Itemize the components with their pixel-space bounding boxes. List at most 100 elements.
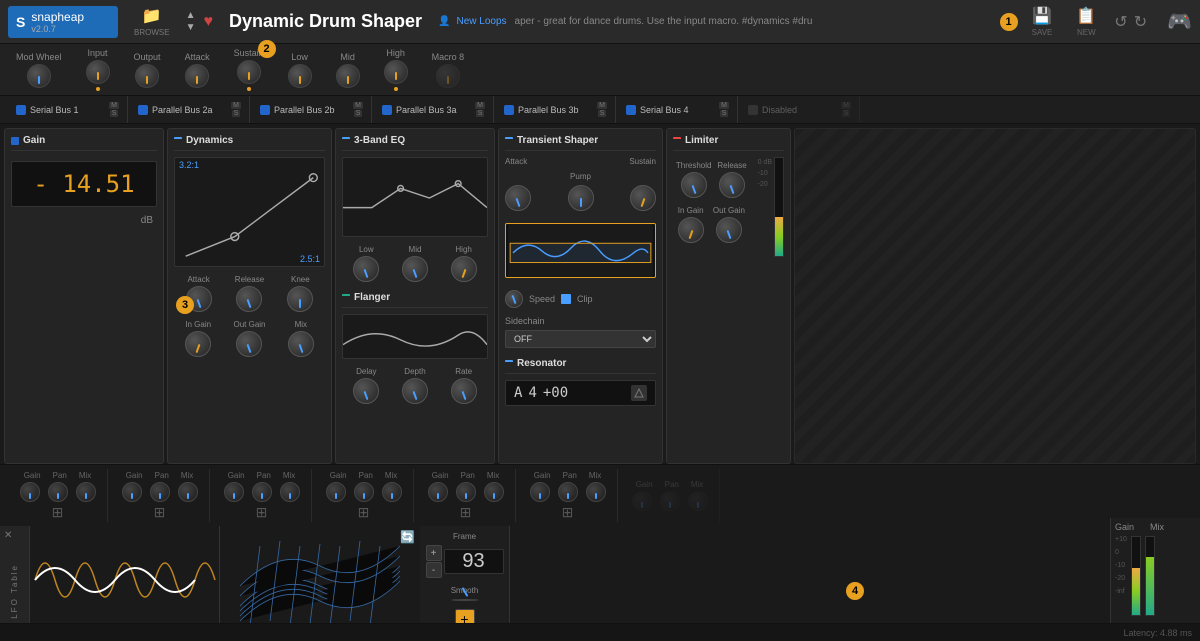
ch-link-icon-3[interactable]: ⊞ — [256, 504, 268, 521]
limiter-ingain-knob[interactable] — [678, 217, 704, 243]
bus-parallel3a[interactable]: Parallel Bus 3a M S — [374, 96, 494, 123]
patch-author-link[interactable]: New Loops — [456, 16, 506, 27]
eq-low-knob[interactable] — [353, 256, 379, 282]
ch-mix-knob-6[interactable] — [586, 482, 606, 502]
ch-gain-knob-1[interactable] — [20, 482, 40, 502]
macro-knob-mid[interactable] — [336, 64, 360, 88]
dynamics-knobs-row1: Attack Release Knee — [174, 275, 325, 312]
flanger-delay-knob[interactable] — [353, 378, 379, 404]
transient-speed-knob[interactable] — [505, 290, 523, 308]
nav-arrows[interactable]: ▲ ▼ — [186, 10, 196, 34]
macro-knob-low[interactable] — [288, 64, 312, 88]
flanger-depth-knob[interactable] — [402, 378, 428, 404]
ch-link-icon-2[interactable]: ⊞ — [154, 504, 166, 521]
bus-serial4[interactable]: Serial Bus 4 M S — [618, 96, 738, 123]
ch-pan-knob-2[interactable] — [150, 482, 170, 502]
browse-area[interactable]: 📁 BROWSE — [126, 6, 178, 37]
macro-knob-macro8[interactable] — [436, 64, 460, 88]
flanger-graph[interactable] — [342, 314, 488, 359]
limiter-db-0: 0 dB — [758, 159, 772, 166]
favorite-icon[interactable]: ♥ — [203, 13, 213, 31]
bus-parallel2a[interactable]: Parallel Bus 2a M S — [130, 96, 250, 123]
eq-high-knob[interactable] — [451, 256, 477, 282]
ch-link-icon-6[interactable]: ⊞ — [562, 504, 574, 521]
ch-pan-knob-6[interactable] — [558, 482, 578, 502]
ch-pan-knob-3[interactable] — [252, 482, 272, 502]
ch-link-icon-4[interactable]: ⊞ — [358, 504, 370, 521]
transient-attack-knob[interactable] — [505, 185, 531, 211]
ch-gain-knob-2[interactable] — [122, 482, 142, 502]
ch-pan-knob-5[interactable] — [456, 482, 476, 502]
transient-clip-checkbox[interactable] — [561, 294, 571, 304]
nav-up-icon[interactable]: ▲ — [186, 10, 196, 22]
limiter-meter-area: 0 dB -10 -20 — [758, 157, 784, 257]
ch-labels-3: Gain Pan Mix — [228, 471, 296, 480]
ch-gain-knob-4[interactable] — [326, 482, 346, 502]
new-button[interactable]: 📋 NEW — [1070, 4, 1102, 39]
nav-down-icon[interactable]: ▼ — [186, 22, 196, 34]
dynamics-knee-knob[interactable] — [287, 286, 313, 312]
transient-pump-knob[interactable] — [568, 185, 594, 211]
ch-gain-knob-5[interactable] — [428, 482, 448, 502]
redo-button[interactable]: ↻ — [1134, 12, 1147, 32]
flanger-depth-label: Depth — [404, 367, 425, 376]
gain-display[interactable]: - 14.51 — [11, 161, 157, 207]
ch-pan-knob-7[interactable] — [660, 491, 680, 511]
lfo-close-button[interactable]: ✕ — [4, 530, 12, 541]
ch-mix-knob-3[interactable] — [280, 482, 300, 502]
bus-indicator-parallel2a — [138, 105, 148, 115]
dynamics-ingain-knob[interactable] — [185, 331, 211, 357]
macro-knob-input[interactable] — [86, 60, 110, 84]
bus-disabled[interactable]: Disabled M S — [740, 96, 860, 123]
ch-mix-knob-5[interactable] — [484, 482, 504, 502]
lfo-loop-icon[interactable]: 🔄 — [400, 530, 415, 544]
lfo-smooth-knob[interactable] — [451, 599, 479, 601]
flanger-rate-knob[interactable] — [451, 378, 477, 404]
ch-link-icon-1[interactable]: ⊞ — [52, 504, 64, 521]
ch-mix-knob-7[interactable] — [688, 491, 708, 511]
macro-knob-sustain[interactable] — [237, 60, 261, 84]
lfo-frame-value[interactable]: 93 — [444, 549, 504, 574]
ch-link-icon-5[interactable]: ⊞ — [460, 504, 472, 521]
limiter-threshold-knob[interactable] — [681, 172, 707, 198]
transient-sidechain-label: Sidechain — [505, 316, 656, 326]
ch-mix-knob-4[interactable] — [382, 482, 402, 502]
dynamics-mix-knob[interactable] — [288, 331, 314, 357]
ch-mix-knob-2[interactable] — [178, 482, 198, 502]
limiter-release-knob[interactable] — [719, 172, 745, 198]
resonator-tune-icon[interactable] — [631, 385, 647, 401]
undo-button[interactable]: ↺ — [1114, 12, 1127, 32]
master-mix-fill — [1146, 557, 1154, 616]
resonator-display[interactable]: A 4 +00 — [505, 380, 656, 406]
bus-indicator-parallel2b — [260, 105, 270, 115]
ch-gain-knob-7[interactable] — [632, 491, 652, 511]
bus-label-parallel2b: Parallel Bus 2b — [274, 105, 335, 115]
lfo-frame-minus[interactable]: - — [426, 562, 442, 578]
limiter-outgain-knob[interactable] — [716, 217, 742, 243]
dynamics-graph[interactable]: 3.2:1 2.5:1 — [174, 157, 325, 267]
bus-parallel2b[interactable]: Parallel Bus 2b M S — [252, 96, 372, 123]
transient-sustain-knob[interactable] — [630, 185, 656, 211]
macro-knob-high[interactable] — [384, 60, 408, 84]
eq-mid-knob[interactable] — [402, 256, 428, 282]
transient-sidechain-select[interactable]: OFF Bus 1 Bus 2 — [505, 330, 656, 348]
gamepad-icon[interactable]: 🎮 — [1167, 9, 1192, 34]
ch-mix-knob-1[interactable] — [76, 482, 96, 502]
save-button[interactable]: 💾 SAVE — [1026, 4, 1059, 39]
limiter-release-label: Release — [717, 161, 746, 170]
bus-parallel3b[interactable]: Parallel Bus 3b M S — [496, 96, 616, 123]
eq-graph[interactable] — [342, 157, 488, 237]
ch-pan-knob-1[interactable] — [48, 482, 68, 502]
lfo-frame-plus[interactable]: + — [426, 545, 442, 561]
ch-pan-knob-4[interactable] — [354, 482, 374, 502]
ch-gain-knob-3[interactable] — [224, 482, 244, 502]
transient-graph[interactable] — [505, 223, 656, 278]
ch-gain-knob-6[interactable] — [530, 482, 550, 502]
bus-serial1[interactable]: Serial Bus 1 M S — [8, 96, 128, 123]
macro-knob-attack[interactable] — [185, 64, 209, 88]
dynamics-outgain-knob[interactable] — [236, 331, 262, 357]
master-right-panel: Gain Mix +10 0 -10 -20 -inf — [1110, 518, 1200, 638]
macro-knob-output[interactable] — [135, 64, 159, 88]
dynamics-release-knob[interactable] — [236, 286, 262, 312]
macro-knob-modwheel[interactable] — [27, 64, 51, 88]
